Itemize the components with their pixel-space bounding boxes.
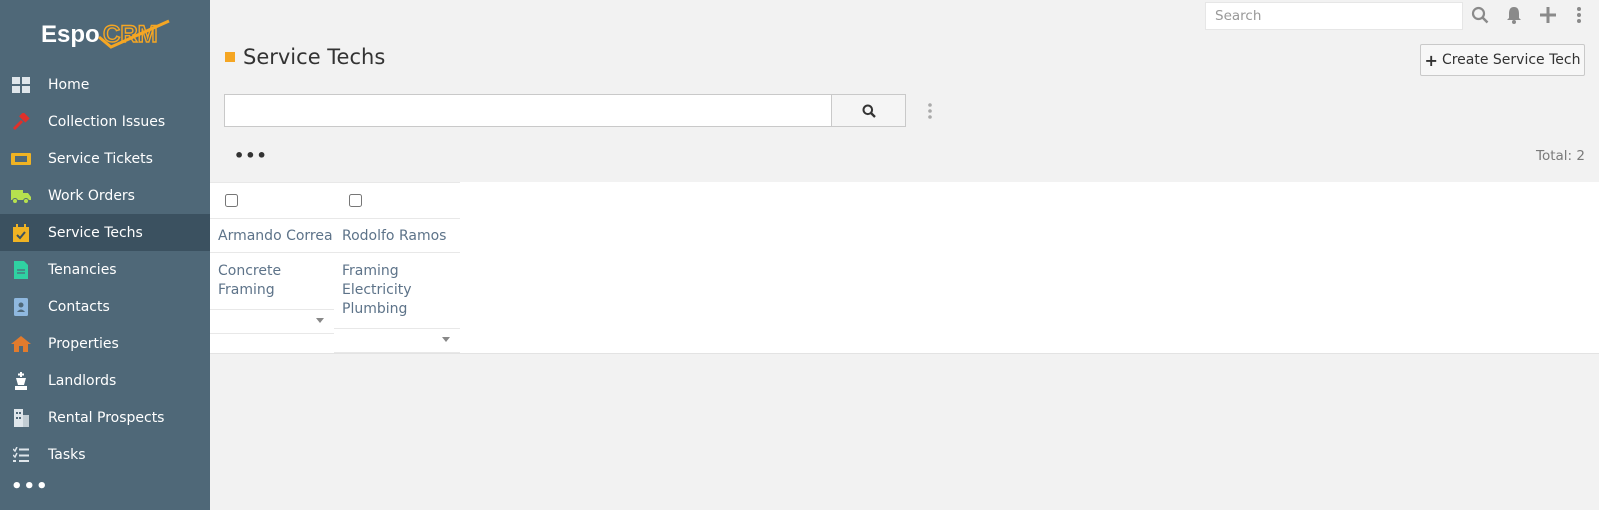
sidebar-more-button[interactable]: •••	[0, 473, 210, 499]
card-footer	[210, 309, 334, 333]
skill-item: Framing	[342, 263, 399, 279]
search-icon	[862, 104, 876, 118]
caret-down-icon[interactable]	[316, 318, 324, 323]
kanban-card[interactable]: Armando Correa Concrete Framing	[210, 218, 334, 334]
espocrm-logo[interactable]: Espo CRM	[0, 0, 210, 66]
kanban-board: Armando Correa Concrete Framing Rodolfo …	[210, 182, 1599, 354]
card-skills: Framing Electricity Plumbing	[334, 252, 460, 328]
kanban-column: Rodolfo Ramos Framing Electricity Plumbi…	[334, 182, 460, 353]
sidebar-item-label: Landlords	[48, 372, 117, 389]
card-title-link[interactable]: Rodolfo Ramos	[334, 219, 460, 252]
sidebar-item-label: Home	[48, 76, 90, 93]
column-header	[210, 182, 334, 218]
create-button-label: Create Service Tech	[1441, 52, 1581, 68]
sidebar-item-label: Tenancies	[48, 261, 117, 278]
svg-text:CRM: CRM	[103, 21, 158, 48]
skill-item: Concrete	[218, 263, 282, 279]
global-search-input[interactable]	[1205, 2, 1463, 30]
list-search-input[interactable]	[224, 94, 832, 127]
card-skills: Concrete Framing	[210, 252, 334, 309]
sidebar-item-label: Contacts	[48, 298, 110, 315]
search-button[interactable]	[831, 94, 906, 127]
sidebar-item-label: Service Techs	[48, 224, 143, 241]
sidebar-item-work-orders[interactable]: Work Orders	[0, 177, 210, 214]
column-header	[334, 182, 460, 218]
card-footer	[334, 328, 460, 352]
mass-actions-button[interactable]: •••	[234, 146, 268, 165]
filter-menu-icon[interactable]	[922, 99, 938, 123]
sidebar-item-rental-prospects[interactable]: Rental Prospects	[0, 399, 210, 436]
document-icon	[11, 260, 31, 280]
sidebar-item-label: Collection Issues	[48, 113, 166, 130]
sidebar-item-tenancies[interactable]: Tenancies	[0, 251, 210, 288]
column-select-checkbox[interactable]	[349, 194, 362, 207]
id-card-icon	[11, 297, 31, 317]
page-header: Service Techs	[225, 42, 385, 72]
kebab-menu-icon[interactable]	[1568, 4, 1590, 26]
tasks-icon	[11, 445, 31, 465]
sidebar: Espo CRM Home Collection Issues Service …	[0, 0, 210, 510]
skill-item: Electricity	[342, 282, 412, 298]
plus-icon: +	[1424, 50, 1438, 70]
caret-down-icon[interactable]	[442, 337, 450, 342]
sidebar-item-label: Work Orders	[48, 187, 135, 204]
sidebar-item-contacts[interactable]: Contacts	[0, 288, 210, 325]
sidebar-item-label: Tasks	[48, 446, 86, 463]
sidebar-item-properties[interactable]: Properties	[0, 325, 210, 362]
sidebar-item-label: Service Tickets	[48, 150, 153, 167]
page-title: Service Techs	[243, 45, 386, 69]
hammer-icon	[11, 112, 31, 132]
kanban-card[interactable]: Rodolfo Ramos Framing Electricity Plumbi…	[334, 218, 460, 353]
truck-icon	[11, 186, 31, 206]
column-select-checkbox[interactable]	[225, 194, 238, 207]
sidebar-item-service-tickets[interactable]: Service Tickets	[0, 140, 210, 177]
total-count: Total: 2	[1536, 148, 1585, 164]
sidebar-item-collection-issues[interactable]: Collection Issues	[0, 103, 210, 140]
calendar-check-icon	[11, 223, 31, 243]
svg-text:Espo: Espo	[41, 21, 100, 48]
house-icon	[11, 334, 31, 354]
sidebar-item-home[interactable]: Home	[0, 66, 210, 103]
kanban-column: Armando Correa Concrete Framing	[210, 182, 334, 334]
search-icon[interactable]	[1469, 4, 1491, 26]
top-navbar	[210, 0, 1599, 32]
plus-icon[interactable]	[1537, 4, 1559, 26]
sidebar-item-label: Properties	[48, 335, 119, 352]
bell-icon[interactable]	[1503, 4, 1525, 26]
ticket-icon	[11, 149, 31, 169]
card-title-link[interactable]: Armando Correa	[210, 219, 334, 252]
sidebar-item-landlords[interactable]: Landlords	[0, 362, 210, 399]
sidebar-item-tasks[interactable]: Tasks	[0, 436, 210, 473]
skill-item: Plumbing	[342, 301, 408, 317]
sidebar-item-label: Rental Prospects	[48, 409, 165, 426]
sidebar-item-service-techs[interactable]: Service Techs	[0, 214, 210, 251]
building-icon	[11, 408, 31, 428]
create-service-tech-button[interactable]: + Create Service Tech	[1420, 44, 1585, 76]
home-grid-icon	[11, 75, 31, 95]
chess-king-icon	[11, 371, 31, 391]
title-bullet-icon	[225, 52, 235, 62]
skill-item: Framing	[218, 282, 275, 298]
